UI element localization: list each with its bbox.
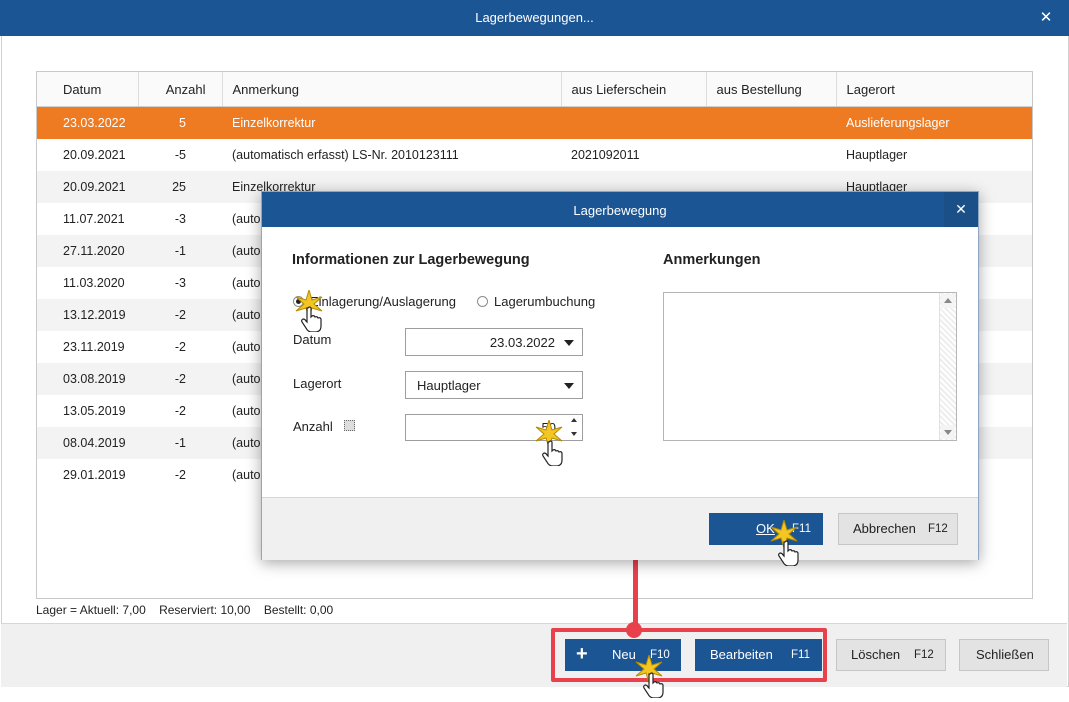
lagerort-select[interactable]: Hauptlager <box>405 371 583 399</box>
close-button[interactable]: Schließen <box>959 639 1049 671</box>
spin-up-icon[interactable] <box>571 418 577 422</box>
datum-value: 23.03.2022 <box>489 335 555 350</box>
datum-field[interactable]: 23.03.2022 <box>405 328 583 356</box>
col-header-lagerort[interactable]: Lagerort <box>836 72 1032 107</box>
cell-lieferschein: 2021092011 <box>571 148 640 162</box>
cell-anzahl: -2 <box>174 404 186 418</box>
info-heading: Informationen zur Lagerbewegung <box>292 252 530 268</box>
dialog-titlebar: Lagerbewegung ✕ <box>262 192 978 227</box>
cell-datum: 08.04.2019 <box>37 427 138 459</box>
cell-anzahl: -2 <box>138 363 222 395</box>
ok-button[interactable]: OK F11 <box>709 513 823 545</box>
scroll-down-icon[interactable] <box>941 425 955 439</box>
cell-anzahl: -3 <box>174 276 186 290</box>
hand-cursor-icon <box>778 540 799 566</box>
cell-datum: 23.11.2019 <box>63 340 125 354</box>
col-header-anzahl[interactable]: Anzahl <box>138 72 223 107</box>
table-row[interactable]: 20.09.2021 -5 (automatisch erfasst) LS-Nr.… <box>37 139 1032 171</box>
lagerort-label: Lagerort <box>293 376 342 391</box>
delete-button[interactable]: Löschen F12 <box>836 639 946 671</box>
spin-down-icon[interactable] <box>571 432 577 436</box>
cell-bestellung <box>706 106 836 139</box>
close-button-label: Schließen <box>976 647 1034 662</box>
delete-button-label: Löschen <box>851 647 901 662</box>
cell-lieferschein <box>561 106 706 139</box>
annotation-arrow-shaft <box>633 558 638 630</box>
chevron-down-icon <box>564 383 574 389</box>
radio-transfer[interactable] <box>477 296 488 307</box>
cell-datum: 27.11.2020 <box>37 235 138 267</box>
movement-dialog: Lagerbewegung ✕ Informationen zur Lagerb… <box>261 191 979 560</box>
col-header-lieferschein[interactable]: aus Lieferschein <box>561 72 707 107</box>
hand-cursor-icon <box>301 306 322 332</box>
datum-label: Datum <box>293 332 332 347</box>
cell-bestellung <box>706 139 836 171</box>
cell-datum: 11.07.2021 <box>63 212 125 226</box>
highlight-frame <box>551 628 827 682</box>
annotation-arrow-dot <box>626 622 642 638</box>
col-header-anmerkung[interactable]: Anmerkung <box>222 72 562 107</box>
notes-heading: Anmerkungen <box>663 252 761 268</box>
notes-textarea[interactable] <box>663 292 957 441</box>
chevron-down-icon <box>564 340 574 346</box>
grid-header-row: Datum Anzahl Anmerkung aus Lieferschein … <box>37 72 1032 107</box>
cell-anzahl: -5 <box>174 148 186 162</box>
cell-anzahl: -1 <box>138 427 222 459</box>
window-close-button[interactable]: ✕ <box>1023 0 1069 36</box>
status-reserviert: Reserviert: 10,00 <box>159 603 251 617</box>
dialog-close-button[interactable]: ✕ <box>944 192 978 227</box>
cell-datum: 20.09.2021 <box>37 171 138 203</box>
scroll-up-icon[interactable] <box>941 294 955 308</box>
radio-in-out-label[interactable]: Einlagerung/Auslagerung <box>310 294 456 309</box>
cancel-button-label: Abbrechen <box>853 521 916 536</box>
stock-status: Lager = Aktuell: 7,00 Reserviert: 10,00 … <box>36 603 343 617</box>
cell-datum: 23.03.2022 <box>37 106 138 139</box>
cell-datum: 20.09.2021 <box>63 148 126 162</box>
status-bestellt: Bestellt: 0,00 <box>263 603 334 617</box>
lagerort-value: Hauptlager <box>417 378 481 393</box>
window-titlebar: Lagerbewegungen... ✕ <box>0 0 1069 36</box>
col-header-bestellung[interactable]: aus Bestellung <box>706 72 837 107</box>
cancel-button-key: F12 <box>928 523 948 535</box>
radio-transfer-label[interactable]: Lagerumbuchung <box>494 294 595 309</box>
cell-lagerort: Hauptlager <box>846 148 908 162</box>
cell-datum: 13.12.2019 <box>37 299 138 331</box>
notes-scrollbar[interactable] <box>939 293 956 440</box>
cell-lagerort: Auslieferungslager <box>836 106 1032 139</box>
cell-anzahl: 5 <box>138 106 222 139</box>
dialog-title: Lagerbewegung <box>573 203 667 218</box>
cell-datum: 11.03.2020 <box>63 276 125 290</box>
cell-datum: 03.08.2019 <box>37 363 138 395</box>
cell-anmerkung: Einzelkorrektur <box>222 106 561 139</box>
hand-cursor-icon <box>542 440 563 466</box>
cell-anzahl: -3 <box>174 212 186 226</box>
cell-anzahl: -1 <box>138 235 222 267</box>
table-row[interactable]: 23.03.2022 5 Einzelkorrektur Auslieferungsl… <box>37 106 1032 139</box>
cell-anzahl: -2 <box>138 299 222 331</box>
dialog-footer: OK F11 Abbrechen F12 <box>262 497 978 560</box>
cell-anzahl: 25 <box>138 171 222 203</box>
hand-cursor-icon <box>643 672 664 698</box>
delete-button-key: F12 <box>914 649 934 661</box>
cell-datum: 29.01.2019 <box>63 468 126 482</box>
col-header-datum[interactable]: Datum <box>37 72 139 107</box>
calculator-icon[interactable] <box>344 420 355 431</box>
cell-anzahl: -2 <box>174 340 186 354</box>
window-title: Lagerbewegungen... <box>475 10 594 25</box>
cell-datum: 13.05.2019 <box>63 404 126 418</box>
cancel-button[interactable]: Abbrechen F12 <box>838 513 958 545</box>
anzahl-label: Anzahl <box>293 419 333 434</box>
status-lager: Lager = Aktuell: 7,00 <box>36 603 146 617</box>
cell-anmerkung: (automatisch erfasst) LS-Nr. 2010123111 <box>232 148 459 162</box>
cell-anzahl: -2 <box>174 468 186 482</box>
